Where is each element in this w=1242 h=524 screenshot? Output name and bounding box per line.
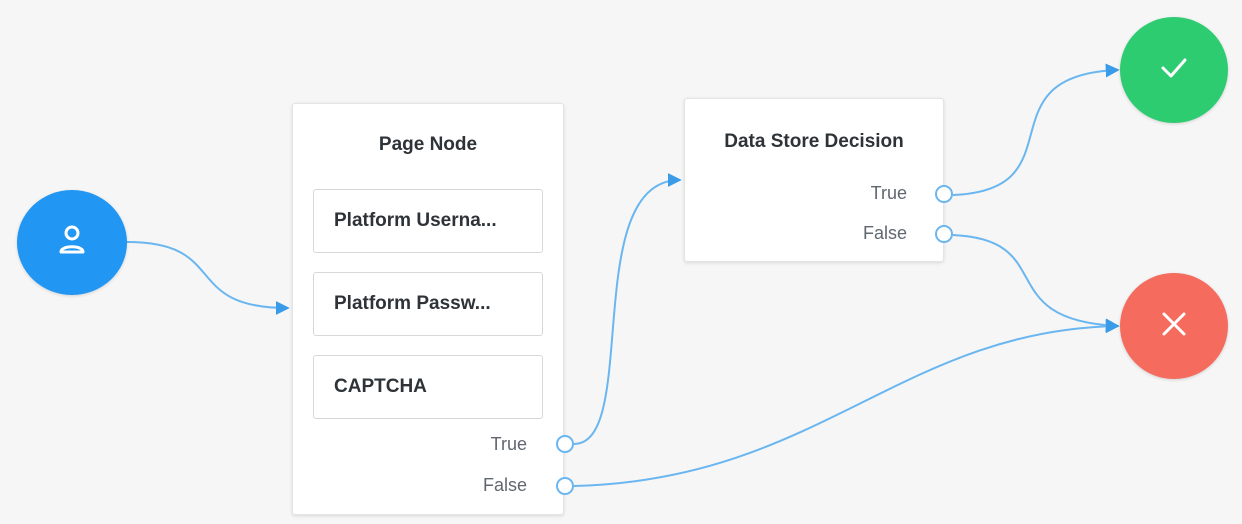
wire-page-true-to-decision bbox=[573, 173, 682, 445]
page-node-true-label: True bbox=[490, 434, 527, 454]
checkmark-icon bbox=[1160, 56, 1188, 85]
journey-canvas[interactable]: Page Node Platform Userna... Platform Pa… bbox=[0, 0, 1242, 524]
decision-true-label: True bbox=[870, 183, 907, 203]
decision-true-port[interactable] bbox=[935, 185, 953, 203]
decision-node-title: Data Store Decision bbox=[724, 131, 904, 152]
page-node-false-port[interactable] bbox=[556, 477, 574, 495]
user-icon bbox=[57, 223, 87, 262]
platform-password-node[interactable]: Platform Passw... bbox=[313, 272, 543, 336]
start-node[interactable] bbox=[17, 190, 127, 295]
page-node-title: Page Node bbox=[378, 134, 478, 155]
page-node-false-label: False bbox=[482, 475, 527, 495]
decision-false-port[interactable] bbox=[935, 225, 953, 243]
data-store-decision-node[interactable]: Data Store Decision True False bbox=[684, 98, 944, 262]
wire-decision-true-to-success bbox=[952, 63, 1120, 196]
captcha-node[interactable]: CAPTCHA bbox=[313, 355, 543, 419]
failure-node[interactable] bbox=[1120, 273, 1228, 379]
page-node[interactable]: Page Node Platform Userna... Platform Pa… bbox=[292, 103, 564, 515]
success-node[interactable] bbox=[1120, 17, 1228, 123]
close-icon bbox=[1161, 311, 1187, 342]
page-node-true-port[interactable] bbox=[556, 435, 574, 453]
wire-page-false-to-failure bbox=[573, 319, 1120, 487]
connection-wires bbox=[126, 63, 1120, 487]
decision-false-label: False bbox=[862, 223, 907, 243]
wire-decision-false-to-failure bbox=[952, 234, 1120, 333]
wire-start-to-page-node bbox=[126, 241, 290, 315]
platform-username-node[interactable]: Platform Userna... bbox=[313, 189, 543, 253]
